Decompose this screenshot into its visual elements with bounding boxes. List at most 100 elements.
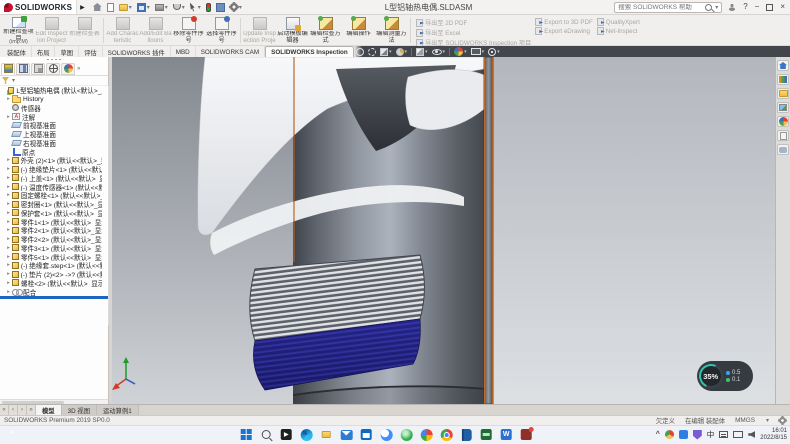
ribbon-button-remove-balloons[interactable]: 移除零件序号: [172, 16, 205, 45]
taskbar-chrome-button[interactable]: [440, 428, 453, 441]
restore-button[interactable]: [766, 4, 773, 11]
view-orientation-button[interactable]: ▾: [396, 48, 408, 56]
tab-草图[interactable]: 草图: [55, 46, 79, 57]
expand-arrow-icon[interactable]: ▸: [5, 280, 12, 286]
ribbon-button-new-inspection-project[interactable]: 新建检查项目(imp:M): [2, 16, 35, 45]
display-style-button[interactable]: ▾: [416, 48, 428, 56]
taskbar-book-button[interactable]: [460, 428, 473, 441]
ribbon-button-edit-operation[interactable]: 编辑操作: [342, 16, 375, 45]
tree-item[interactable]: ▸(-) 绝缘垫片<1> (默认<<默认>_显示: [0, 165, 102, 174]
section-view-button[interactable]: ▾: [380, 48, 392, 56]
tree-item[interactable]: ▸配合: [0, 287, 102, 296]
taskbar-green-button[interactable]: [400, 428, 413, 441]
doc-tab-nav-button[interactable]: »: [27, 405, 36, 415]
login-user-icon[interactable]: [728, 3, 736, 11]
tree-item[interactable]: 传感器: [0, 104, 102, 113]
help-button[interactable]: ?: [743, 3, 747, 11]
tree-item[interactable]: ▸(-) 温度传感器<1> (默认<<默认>_显: [0, 182, 102, 191]
search-box[interactable]: ▾: [614, 2, 722, 13]
tree-item[interactable]: L型铝轴热电偶 (默认<默认>_显示状态-1: [0, 86, 102, 95]
tab-mbd[interactable]: MBD: [171, 46, 196, 57]
doc-tab-2[interactable]: 3D 视图: [62, 405, 97, 415]
ribbon-button-edit-measure-method[interactable]: 编辑测量方法: [375, 16, 408, 45]
new-document-button[interactable]: [106, 2, 115, 13]
tray-vol-icon[interactable]: [748, 431, 755, 438]
configurationmanager-tab[interactable]: [31, 63, 45, 75]
expand-arrow-icon[interactable]: ▸: [5, 227, 12, 233]
edit-appearance-button[interactable]: ▾: [454, 47, 467, 56]
ime-indicator[interactable]: 中: [707, 429, 715, 440]
tray-shield-icon[interactable]: [693, 430, 702, 440]
doc-tab-3[interactable]: 运动算例1: [97, 405, 139, 415]
doc-tab-nav-button[interactable]: «: [0, 405, 9, 415]
tp-forum-tab[interactable]: [777, 144, 789, 155]
taskbar-ide-button[interactable]: [480, 428, 493, 441]
tray-cast-icon[interactable]: [733, 431, 743, 438]
doc-tab-1[interactable]: 模型: [36, 405, 62, 415]
home-button[interactable]: [92, 2, 103, 12]
displaymanager-tab[interactable]: [61, 63, 75, 75]
solidworks-logo[interactable]: SOLIDWORKS: [0, 0, 77, 14]
tree-item[interactable]: ▸保护套<1> (默认<<默认>_显示状态: [0, 209, 102, 218]
expand-arrow-icon[interactable]: ▸: [5, 210, 12, 216]
dimxpertmanager-tab[interactable]: [46, 63, 60, 75]
tp-explorer-tab[interactable]: [777, 88, 789, 99]
tab-评估[interactable]: 评估: [79, 46, 103, 57]
clock[interactable]: 16:012022/8/15: [760, 428, 787, 441]
display-settings-button[interactable]: [215, 2, 226, 13]
tree-item[interactable]: ▸(-) 上盖<1> (默认<<默认>_显示状态: [0, 174, 102, 183]
filter-caret-icon[interactable]: ▾: [12, 77, 15, 84]
expand-arrow-icon[interactable]: ▸: [5, 262, 12, 268]
menu-expand-icon[interactable]: ▶: [80, 4, 85, 11]
tray-expand-chevron[interactable]: ^: [656, 431, 660, 438]
expand-arrow-icon[interactable]: ▸: [5, 184, 12, 190]
tree-item[interactable]: 原点: [0, 147, 102, 156]
tray-kbd-icon[interactable]: [719, 431, 728, 438]
tree-item[interactable]: ▸(-) 垫片 (2)<2> ->? (默认<<默认>_显: [0, 270, 102, 279]
taskbar-mail-button[interactable]: [340, 428, 353, 441]
filter-icon[interactable]: [2, 77, 9, 84]
tree-item[interactable]: ▸零件2<2> (默认<<默认>_显示状态: [0, 235, 102, 244]
ribbon-button-select-balloons[interactable]: 选择零件序号: [205, 16, 238, 45]
search-caret-icon[interactable]: ▾: [715, 4, 718, 11]
zoom-area-button[interactable]: [368, 48, 376, 56]
units-caret-icon[interactable]: ▾: [766, 417, 769, 424]
view-settings-button[interactable]: ▾: [488, 48, 500, 56]
tree-item[interactable]: ▸零件5<1> (默认<<默认>_显示状态: [0, 252, 102, 261]
tp-library-tab[interactable]: [777, 74, 789, 85]
expand-arrow-icon[interactable]: ▸: [5, 254, 12, 260]
expand-arrow-icon[interactable]: ▸: [5, 219, 12, 225]
expand-arrow-icon[interactable]: ▸: [5, 114, 12, 120]
expand-arrow-icon[interactable]: ▸: [5, 192, 12, 198]
tp-palette-tab[interactable]: [777, 102, 789, 113]
tab-装配体[interactable]: 装配体: [2, 46, 32, 57]
taskbar-red-button[interactable]: [520, 428, 533, 441]
taskbar-bing-button[interactable]: [380, 428, 393, 441]
tree-item[interactable]: ▸注解: [0, 112, 102, 121]
tp-props-tab[interactable]: [777, 130, 789, 141]
tree-item[interactable]: ▸螺栓<2> (默认<<默认>_显示状态: [0, 279, 102, 288]
tree-item[interactable]: ▸固定螺栓<1> (默认<<默认>_显示状: [0, 191, 102, 200]
options-button[interactable]: ▾: [229, 2, 243, 12]
tree-item[interactable]: 上视基准面: [0, 130, 102, 139]
open-document-button[interactable]: ▾: [118, 3, 133, 12]
tp-appearance-tab[interactable]: [777, 116, 789, 127]
taskbar-wps-button[interactable]: W: [500, 428, 513, 441]
expand-arrow-icon[interactable]: ▸: [5, 236, 12, 242]
rebuild-button[interactable]: [205, 2, 212, 13]
featuremanager-tab[interactable]: [1, 63, 15, 75]
tree-item[interactable]: ▸(-) 绝缘套.step<1> (默认<<默认>_: [0, 261, 102, 270]
tree-item[interactable]: 右视基准面: [0, 139, 102, 148]
print-button[interactable]: ▾: [154, 3, 169, 12]
expand-arrow-icon[interactable]: ▸: [5, 175, 12, 181]
minimize-button[interactable]: −: [755, 3, 760, 11]
expand-arrow-icon[interactable]: ▸: [5, 166, 12, 172]
taskbar-search-button[interactable]: [260, 428, 273, 441]
graphics-viewport[interactable]: 35% 0.50.1: [112, 57, 775, 404]
expand-arrow-icon[interactable]: ▸: [5, 271, 12, 277]
tab-布局[interactable]: 布局: [32, 46, 56, 57]
doc-tab-nav-button[interactable]: ‹: [9, 405, 18, 415]
save-button[interactable]: ▾: [136, 2, 151, 13]
doc-tab-nav-button[interactable]: ›: [18, 405, 27, 415]
apply-scene-button[interactable]: ▾: [471, 48, 485, 55]
